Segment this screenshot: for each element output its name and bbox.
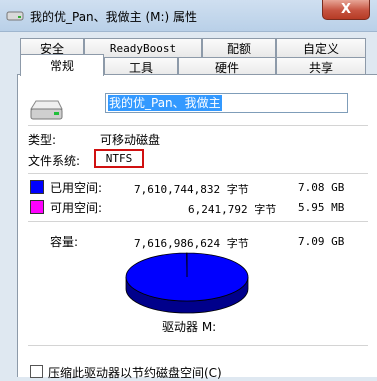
title-bar: 我的优_Pan、我做主 (M:) 属性 X [0, 0, 377, 32]
capacity-bytes: 7,616,986,624 字节 [134, 235, 249, 251]
tab-customize[interactable]: 自定义 [276, 38, 366, 57]
divider [28, 345, 368, 346]
divider [28, 125, 368, 126]
general-panel: 我的优_Pan、我做主 类型: 可移动磁盘 文件系统: NTFS 已用空间: 7… [17, 74, 377, 377]
type-label: 类型: [28, 131, 56, 148]
free-space-size: 5.95 MB [298, 201, 344, 214]
disk-usage-pie-chart [122, 251, 252, 315]
divider [28, 221, 368, 222]
compress-drive-checkbox[interactable] [30, 365, 43, 378]
drive-name-text: 我的优_Pan、我做主 [108, 95, 222, 111]
filesystem-value: NTFS [106, 152, 133, 165]
close-button[interactable]: X [322, 0, 370, 20]
used-space-size: 7.08 GB [298, 181, 344, 194]
filesystem-label: 文件系统: [28, 152, 80, 169]
type-value: 可移动磁盘 [100, 131, 160, 148]
compress-drive-label: 压缩此驱动器以节约磁盘空间(C) [48, 364, 222, 381]
drive-name-input[interactable]: 我的优_Pan、我做主 [105, 93, 348, 113]
tab-general[interactable]: 常规 [20, 54, 104, 76]
tab-quota[interactable]: 配额 [202, 38, 276, 57]
window-title: 我的优_Pan、我做主 (M:) 属性 [30, 8, 197, 25]
capacity-size: 7.09 GB [298, 235, 344, 248]
free-space-swatch [30, 200, 44, 214]
filesystem-value-highlight: NTFS [94, 149, 144, 168]
free-space-label: 可用空间: [50, 199, 102, 216]
removable-drive-icon [28, 97, 64, 123]
divider [28, 173, 368, 174]
capacity-label: 容量: [50, 233, 78, 250]
used-space-swatch [30, 180, 44, 194]
drive-letter-label: 驱动器 M: [162, 318, 216, 335]
used-space-bytes: 7,610,744,832 字节 [134, 181, 249, 197]
used-space-label: 已用空间: [50, 179, 102, 196]
free-space-bytes: 6,241,792 字节 [188, 201, 276, 217]
drive-icon [6, 8, 24, 22]
